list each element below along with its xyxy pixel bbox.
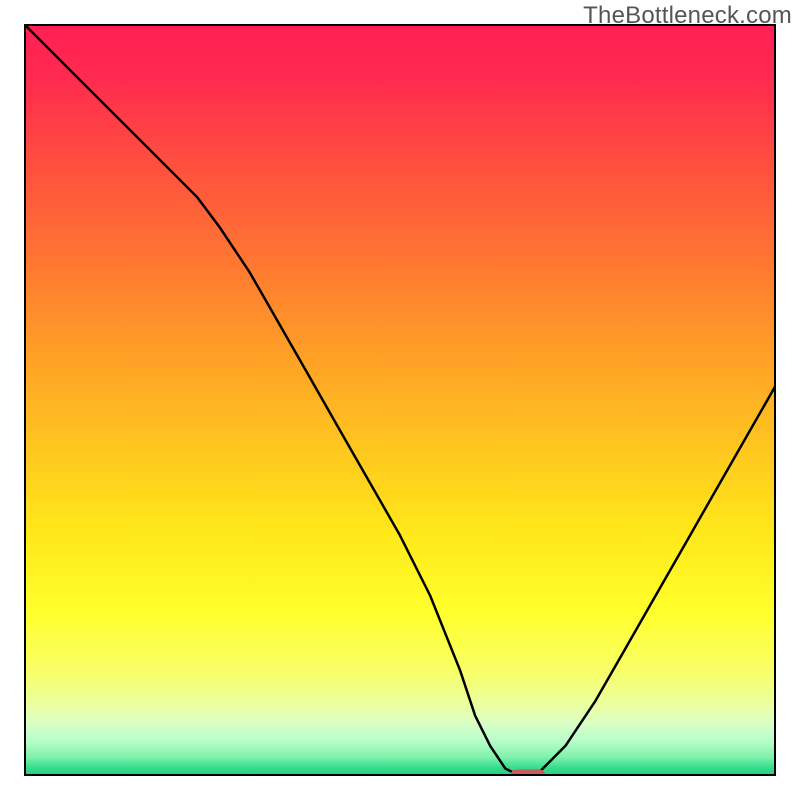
plot-area (24, 24, 776, 776)
watermark-text: TheBottleneck.com (583, 2, 792, 30)
chart-container: TheBottleneck.com (0, 0, 800, 800)
plot-svg (24, 24, 776, 776)
